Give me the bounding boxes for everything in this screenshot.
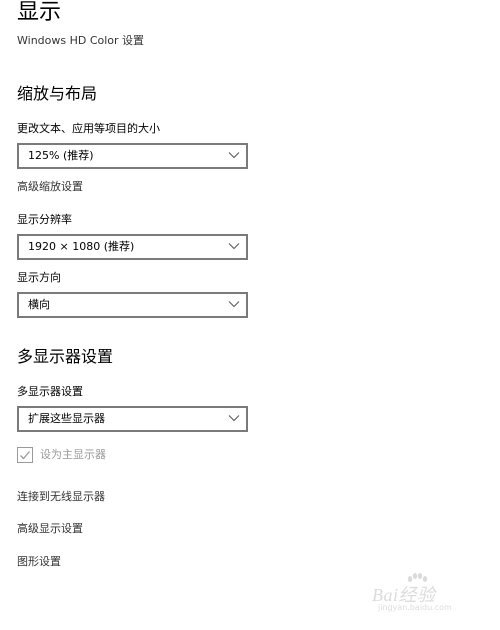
multi-display-dropdown[interactable]: 扩展这些显示器 — [17, 406, 248, 432]
chevron-down-icon — [228, 152, 240, 159]
multi-display-label: 多显示器设置 — [17, 385, 83, 398]
baidu-jingyan-watermark: Bai经验 jingyan.baidu.com — [372, 573, 472, 615]
wireless-display-link[interactable]: 连接到无线显示器 — [17, 489, 105, 505]
watermark-url: jingyan.baidu.com — [378, 603, 452, 612]
primary-display-checkbox[interactable] — [17, 447, 33, 463]
primary-display-checkbox-row: 设为主显示器 — [17, 447, 217, 465]
check-icon — [20, 451, 30, 460]
chevron-down-icon — [228, 415, 240, 422]
orientation-value: 横向 — [28, 298, 50, 311]
multi-display-value: 扩展这些显示器 — [28, 412, 105, 425]
text-size-label: 更改文本、应用等项目的大小 — [17, 122, 160, 135]
chevron-down-icon — [228, 301, 240, 308]
primary-display-label: 设为主显示器 — [40, 448, 106, 461]
hd-color-settings-link[interactable]: Windows HD Color 设置 — [17, 33, 144, 49]
resolution-dropdown[interactable]: 1920 × 1080 (推荐) — [17, 234, 248, 260]
orientation-label: 显示方向 — [17, 271, 61, 284]
text-size-dropdown[interactable]: 125% (推荐) — [17, 143, 248, 169]
scale-layout-heading: 缩放与布局 — [17, 84, 98, 103]
text-size-value: 125% (推荐) — [28, 149, 94, 162]
chevron-down-icon — [228, 243, 240, 250]
orientation-dropdown[interactable]: 横向 — [17, 292, 248, 318]
multi-display-heading: 多显示器设置 — [17, 347, 114, 366]
page-title: 显示 — [17, 0, 62, 25]
resolution-label: 显示分辨率 — [17, 213, 72, 226]
advanced-display-link[interactable]: 高级显示设置 — [17, 521, 83, 537]
graphics-settings-link[interactable]: 图形设置 — [17, 554, 61, 570]
resolution-value: 1920 × 1080 (推荐) — [28, 240, 135, 253]
advanced-scaling-link[interactable]: 高级缩放设置 — [17, 179, 83, 195]
